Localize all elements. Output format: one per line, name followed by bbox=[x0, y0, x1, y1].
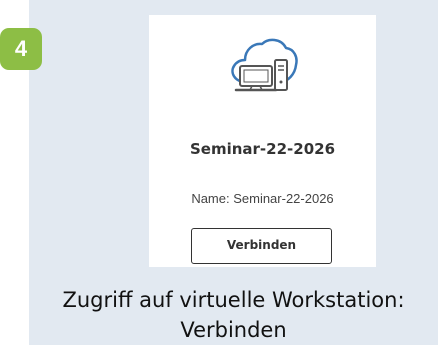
step-number-badge: 4 bbox=[0, 28, 42, 70]
caption-line-2: Verbinden bbox=[180, 318, 287, 342]
caption-line-1: Zugriff auf virtuelle Workstation: bbox=[62, 288, 405, 312]
workstation-title: Seminar-22-2026 bbox=[189, 140, 336, 158]
workstation-name-label: Name: Seminar-22-2026 bbox=[191, 191, 334, 206]
connect-button[interactable]: Verbinden bbox=[191, 228, 332, 264]
instruction-caption: Zugriff auf virtuelle Workstation: Verbi… bbox=[29, 285, 438, 345]
cloud-computer-icon bbox=[231, 38, 298, 92]
workstation-card: Seminar-22-2026 Name: Seminar-22-2026 Ve… bbox=[149, 15, 376, 267]
